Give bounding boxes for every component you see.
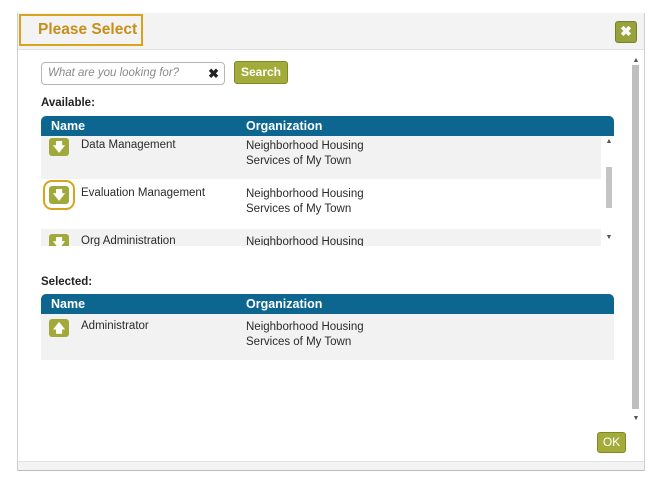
- table-row: 🡇 Evaluation Management Neighborhood Hou…: [41, 180, 601, 227]
- scroll-up-icon[interactable]: ▲: [631, 57, 641, 65]
- dialog-header: Please Select ✖: [18, 13, 644, 50]
- row-organization: Neighborhood Housing Services of My Town: [246, 140, 364, 167]
- row-organization: Neighborhood Housing Services of My Town: [246, 321, 364, 348]
- list-scroll-up-icon[interactable]: ▲: [604, 138, 614, 146]
- table-row: 🡅 Administrator Neighborhood Housing Serv…: [41, 314, 614, 360]
- arrow-down-icon: 🡇: [52, 236, 66, 246]
- arrow-down-icon: 🡇: [52, 188, 66, 202]
- scroll-down-icon[interactable]: ▼: [631, 415, 641, 423]
- dialog-title: Please Select: [19, 14, 143, 46]
- selected-list: 🡅 Administrator Neighborhood Housing Serv…: [41, 314, 614, 361]
- table-row: 🡇 Data Management Neighborhood Housing Se…: [41, 136, 601, 179]
- move-down-button[interactable]: 🡇: [43, 180, 75, 210]
- move-down-button[interactable]: 🡇: [49, 138, 69, 156]
- row-name: Evaluation Management: [81, 187, 206, 199]
- selected-table-header: Name Organization: [41, 294, 614, 314]
- available-table-header: Name Organization: [41, 116, 614, 136]
- row-organization: Neighborhood Housing Services of My Town: [246, 188, 364, 215]
- dialog-footer: [18, 461, 644, 470]
- move-up-button[interactable]: 🡅: [49, 319, 69, 337]
- column-header-name: Name: [51, 119, 86, 133]
- row-name: Administrator: [81, 320, 149, 332]
- column-header-organization: Organization: [246, 119, 323, 133]
- column-header-organization: Organization: [246, 297, 323, 311]
- available-label: Available:: [41, 97, 95, 109]
- select-dialog: Please Select ✖ ▲ ▼ What are you looking…: [17, 13, 645, 471]
- table-row: 🡇 Org Administration Neighborhood Housin…: [41, 229, 601, 246]
- search-placeholder: What are you looking for?: [48, 67, 180, 79]
- close-button[interactable]: ✖: [615, 21, 637, 43]
- list-scrollbar-thumb[interactable]: [606, 167, 612, 208]
- list-scroll-down-icon[interactable]: ▼: [604, 234, 614, 242]
- column-header-name: Name: [51, 297, 86, 311]
- dialog-scrollbar[interactable]: ▲ ▼: [631, 57, 641, 423]
- move-down-button[interactable]: 🡇: [49, 234, 69, 246]
- arrow-down-icon: 🡇: [52, 140, 66, 154]
- row-name: Org Administration: [81, 235, 176, 246]
- selected-label: Selected:: [41, 276, 93, 288]
- ok-button[interactable]: OK: [597, 432, 626, 453]
- available-list: 🡇 Data Management Neighborhood Housing Se…: [41, 136, 614, 246]
- scrollbar-thumb[interactable]: [632, 65, 639, 409]
- search-button[interactable]: Search: [234, 61, 288, 84]
- clear-search-icon[interactable]: ✖: [208, 66, 219, 82]
- close-icon: ✖: [620, 23, 632, 39]
- row-organization: Neighborhood Housing: [246, 236, 364, 246]
- arrow-up-icon: 🡅: [52, 321, 66, 335]
- available-list-scrollbar[interactable]: ▲ ▼: [604, 136, 614, 246]
- search-input[interactable]: What are you looking for? ✖: [41, 62, 225, 85]
- row-name: Data Management: [81, 139, 176, 151]
